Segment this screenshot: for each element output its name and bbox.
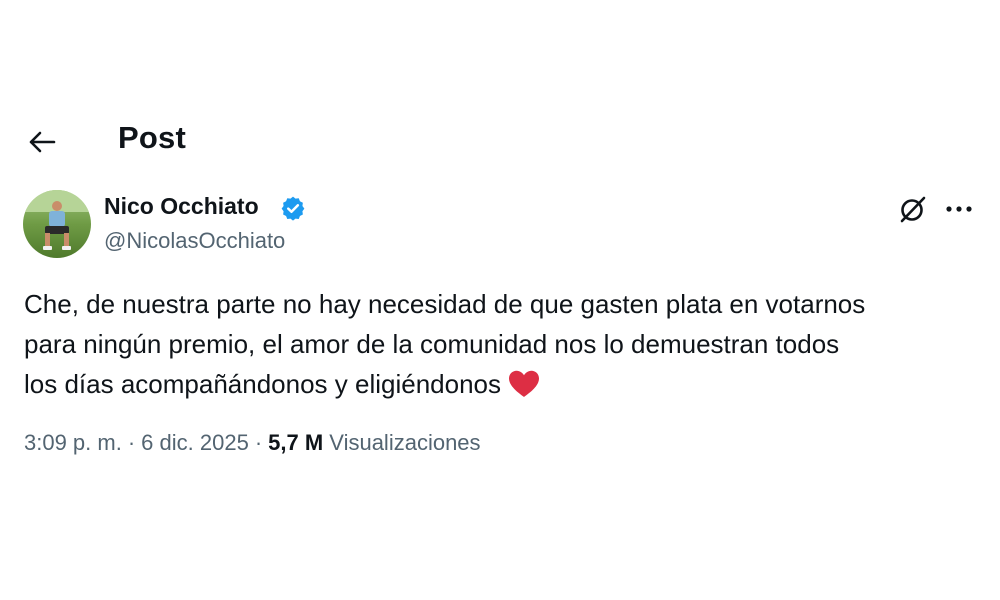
tweet-time[interactable]: 3:09 p. m. (24, 430, 122, 455)
views-label: Visualizaciones (329, 430, 481, 455)
more-options-button[interactable] (942, 194, 976, 224)
tweet-text: Che, de nuestra parte no hay necesidad d… (24, 284, 984, 404)
grok-icon (900, 196, 926, 223)
more-horizontal-icon (946, 206, 972, 212)
back-button[interactable] (22, 122, 62, 162)
separator: · (127, 430, 136, 455)
author-name[interactable]: Nico Occhiato (104, 193, 259, 220)
tweet-line: para ningún premio, el amor de la comuni… (24, 329, 840, 359)
views-count: 5,7 M (268, 430, 324, 455)
page-title: Post (118, 120, 186, 155)
heart-icon (507, 369, 541, 399)
separator: · (254, 430, 263, 455)
verified-badge-icon (280, 195, 306, 221)
avatar-image (23, 190, 91, 258)
tweet-line: Che, de nuestra parte no hay necesidad d… (24, 289, 866, 319)
post-header: Post (0, 112, 1000, 168)
tweet-date[interactable]: 6 dic. 2025 (141, 430, 249, 455)
tweet-last-line: los días acompañándonos y eligiéndonos (24, 364, 984, 404)
tweet-line: los días acompañándonos y eligiéndonos (24, 369, 502, 399)
tweet-meta: 3:09 p. m. · 6 dic. 2025 · 5,7 M Visualizaci… (24, 430, 481, 456)
grok-button[interactable] (897, 193, 929, 225)
author-handle[interactable]: @NicolasOcchiato (104, 228, 285, 254)
avatar[interactable] (23, 190, 91, 258)
arrow-left-icon (29, 131, 56, 153)
